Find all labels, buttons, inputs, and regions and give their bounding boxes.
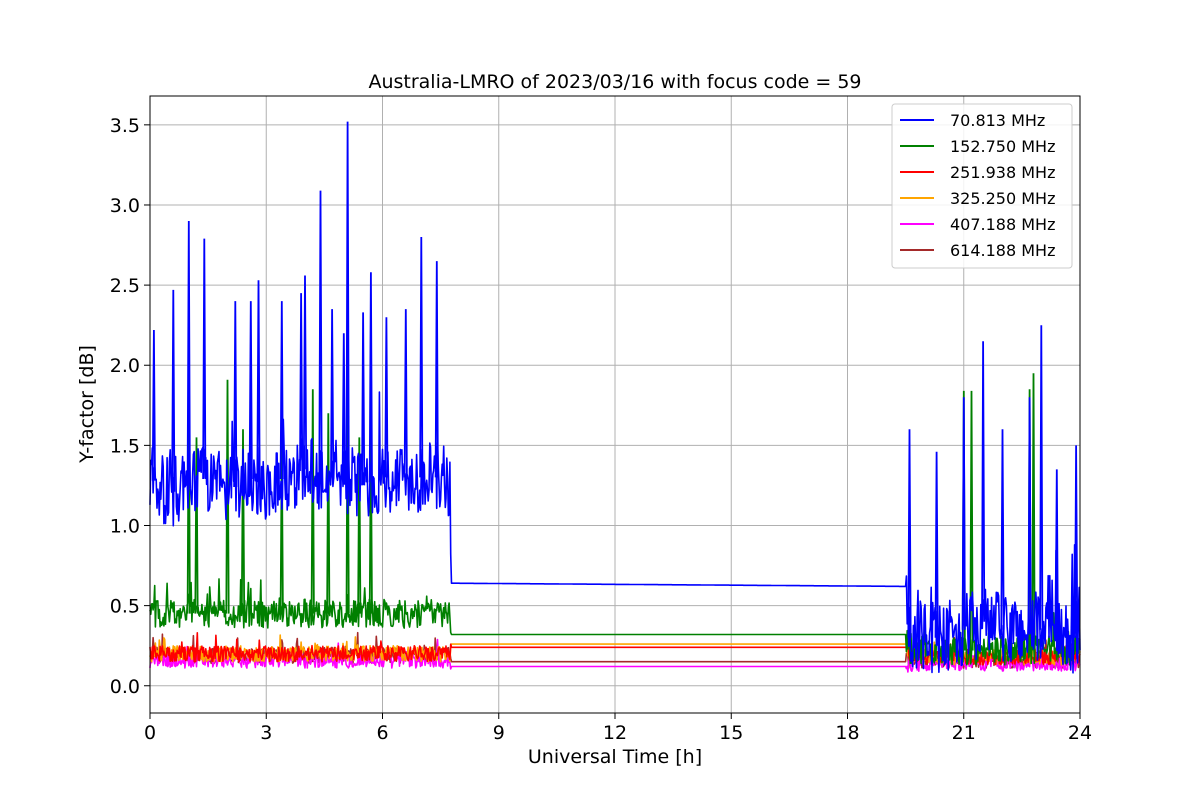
x-tick-label-3: 9 [493, 722, 505, 744]
legend-label-5: 614.188 MHz [950, 241, 1055, 260]
x-tick-label-7: 21 [952, 722, 976, 744]
legend-label-3: 325.250 MHz [950, 189, 1055, 208]
x-tick-label-0: 0 [144, 722, 156, 744]
chart-canvas: Australia-LMRO of 2023/03/16 with focus … [0, 0, 1200, 800]
y-tick-label-7: 3.5 [110, 115, 140, 137]
x-axis-label: Universal Time [h] [528, 746, 702, 768]
legend-label-1: 152.750 MHz [950, 137, 1055, 156]
legend-label-0: 70.813 MHz [950, 111, 1045, 130]
y-tick-label-4: 2.0 [110, 355, 140, 377]
y-tick-label-5: 2.5 [110, 275, 140, 297]
y-tick-label-3: 1.5 [110, 435, 140, 457]
x-tick-label-5: 15 [719, 722, 743, 744]
x-tick-label-1: 3 [260, 722, 272, 744]
y-tick-label-1: 0.5 [110, 596, 140, 618]
y-axis-label: Y-factor [dB] [76, 345, 98, 464]
x-tick-label-2: 6 [376, 722, 388, 744]
chart-title: Australia-LMRO of 2023/03/16 with focus … [368, 71, 861, 93]
legend: 70.813 MHz 152.750 MHz 251.938 MHz 325.250 … [891, 103, 1073, 269]
legend-label-2: 251.938 MHz [950, 163, 1055, 182]
x-tick-label-6: 18 [835, 722, 859, 744]
x-tick-label-4: 12 [603, 722, 627, 744]
y-tick-label-6: 3.0 [110, 195, 140, 217]
y-tick-label-2: 1.0 [110, 515, 140, 537]
legend-label-4: 407.188 MHz [950, 215, 1055, 234]
y-tick-label-0: 0.0 [110, 676, 140, 698]
x-tick-label-8: 24 [1068, 722, 1092, 744]
